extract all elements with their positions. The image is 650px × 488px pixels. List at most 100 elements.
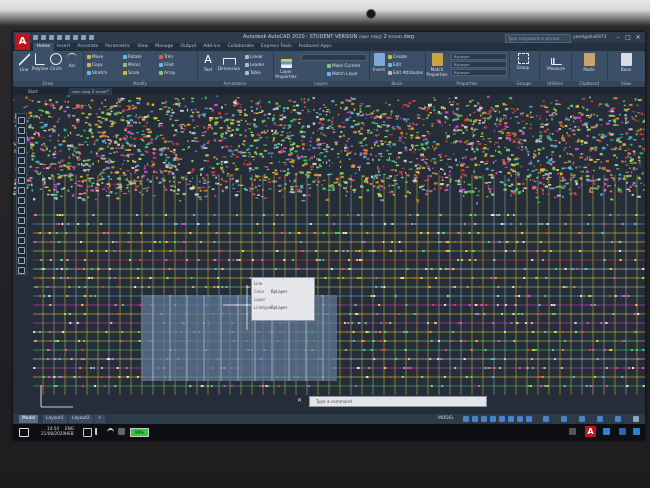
annotation-scale-icon[interactable]	[543, 416, 549, 422]
linetype-dropdown[interactable]: ByLayer	[451, 69, 507, 76]
minimize-button[interactable]: –	[613, 32, 623, 43]
mirror-button[interactable]: Mirror	[123, 62, 140, 67]
close-button[interactable]: ✕	[633, 32, 643, 43]
copy-tool-icon[interactable]	[18, 207, 25, 214]
save-icon[interactable]	[49, 35, 54, 40]
tab-collaborate[interactable]: Collaborate	[224, 43, 257, 51]
arc-button[interactable]: Arc	[63, 53, 81, 68]
layout-tab-layout2[interactable]: Layout2	[69, 415, 93, 423]
measure-tool-icon[interactable]	[18, 267, 25, 274]
paste-button[interactable]: Paste	[580, 53, 598, 72]
layout-tab-model[interactable]: Model	[19, 415, 39, 423]
stretch-button[interactable]: Stretch	[87, 70, 107, 75]
ortho-icon[interactable]	[481, 416, 487, 422]
file-tab-start[interactable]: Start	[25, 88, 41, 95]
open-icon[interactable]	[41, 35, 46, 40]
scale-button[interactable]: Scale	[123, 70, 139, 75]
color-dropdown[interactable]: ByLayer	[451, 53, 507, 60]
layer-dropdown[interactable]	[301, 54, 367, 61]
layer-tool-icon[interactable]	[18, 247, 25, 254]
orbit-icon[interactable]	[18, 137, 25, 144]
autocad-taskbar-icon[interactable]: A	[585, 426, 596, 437]
tab-view[interactable]: View	[134, 43, 152, 51]
command-line-input[interactable]: Type a command	[309, 396, 487, 407]
pan-icon[interactable]	[18, 117, 25, 124]
layer-properties-button[interactable]: Layer Properties	[275, 59, 297, 79]
fillet-button[interactable]: Fillet	[159, 62, 174, 67]
create-block-button[interactable]: Create	[388, 54, 407, 59]
measure-button[interactable]: Measure	[545, 53, 567, 71]
drawing-canvas[interactable]: Line Color ByLayer Layer LinetypeByLayer	[13, 95, 645, 414]
copy-button[interactable]: Copy	[87, 62, 103, 67]
rectangle-tool-icon[interactable]	[18, 167, 25, 174]
osnap-icon[interactable]	[499, 416, 505, 422]
workspace-icon[interactable]	[561, 416, 567, 422]
otrack-icon[interactable]	[508, 416, 514, 422]
match-layer-button[interactable]: Match Layer	[327, 71, 358, 76]
save-as-icon[interactable]	[57, 35, 62, 40]
make-current-button[interactable]: Make Current	[327, 63, 360, 68]
text-button[interactable]: A Text	[199, 53, 217, 72]
tab-featured-apps[interactable]: Featured Apps	[295, 43, 335, 51]
taskbar-edge-icon[interactable]	[633, 428, 640, 435]
share-icon[interactable]	[89, 35, 94, 40]
taskbar-word-icon[interactable]	[619, 428, 626, 435]
edit-attributes-button[interactable]: Edit Attributes	[388, 70, 423, 75]
grid-icon[interactable]	[463, 416, 469, 422]
match-properties-button[interactable]: Match Properties	[426, 53, 448, 77]
notifications-icon[interactable]	[19, 428, 29, 437]
move-button[interactable]: Move	[87, 54, 103, 59]
tab-output[interactable]: Output	[177, 43, 200, 51]
tab-manage[interactable]: Manage	[152, 43, 177, 51]
tab-insert[interactable]: Insert	[54, 43, 74, 51]
clean-screen-icon[interactable]	[615, 416, 621, 422]
move-tool-icon[interactable]	[18, 197, 25, 204]
lineweight-dropdown[interactable]: ByLayer	[451, 61, 507, 68]
transparency-icon[interactable]	[526, 416, 532, 422]
text-tool-icon[interactable]	[18, 227, 25, 234]
table-button[interactable]: Table	[245, 70, 261, 75]
undo-icon[interactable]	[73, 35, 78, 40]
app-menu-button[interactable]: A	[15, 33, 30, 50]
search-input[interactable]: Type a keyword or phrase	[505, 34, 571, 43]
wifi-icon[interactable]	[107, 428, 114, 437]
hatch-tool-icon[interactable]	[18, 187, 25, 194]
hidden-icons-icon[interactable]	[118, 428, 125, 435]
volume-icon[interactable]	[95, 428, 104, 435]
taskbar-explorer-icon[interactable]	[603, 428, 610, 435]
array-button[interactable]: Array	[159, 70, 175, 75]
group-button[interactable]: Group	[514, 53, 532, 70]
print-icon[interactable]	[65, 35, 70, 40]
snap-icon[interactable]	[472, 416, 478, 422]
tab-home[interactable]: Home	[33, 43, 54, 51]
battery-indicator[interactable]: 99%	[130, 428, 149, 437]
edit-block-button[interactable]: Edit	[388, 62, 401, 67]
dimension-button[interactable]: Dimension	[217, 53, 241, 71]
circle-tool-icon[interactable]	[18, 177, 25, 184]
tab-add-ins[interactable]: Add-ins	[200, 43, 224, 51]
polar-icon[interactable]	[490, 416, 496, 422]
user-account[interactable]: yaeltgalla6973	[573, 32, 607, 43]
model-space-toggle[interactable]: MODEL	[438, 414, 454, 424]
zoom-icon[interactable]	[18, 127, 25, 134]
clock[interactable]: 14:54 21/08/2020	[41, 426, 65, 436]
taskbar-app-icon[interactable]	[569, 428, 576, 435]
maximize-button[interactable]: □	[623, 32, 633, 43]
polyline-tool-icon[interactable]	[18, 157, 25, 164]
base-button[interactable]: Base	[617, 53, 635, 72]
layout-tab-layout1[interactable]: Layout1	[43, 415, 67, 423]
trim-button[interactable]: Trim	[159, 54, 173, 59]
tab-express-tools[interactable]: Express Tools	[257, 43, 295, 51]
tab-parametric[interactable]: Parametric	[102, 43, 134, 51]
file-tab-drawing[interactable]: תוכנית 2 קומה ישנה*	[69, 88, 112, 95]
redo-icon[interactable]	[81, 35, 86, 40]
hardware-acceleration-icon[interactable]	[597, 416, 603, 422]
erase-tool-icon[interactable]	[18, 217, 25, 224]
tab-annotate[interactable]: Annotate	[74, 43, 102, 51]
rotate-button[interactable]: Rotate	[123, 54, 142, 59]
dimension-tool-icon[interactable]	[18, 237, 25, 244]
leader-button[interactable]: Leader	[245, 62, 264, 67]
customization-icon[interactable]	[633, 416, 639, 422]
properties-tool-icon[interactable]	[18, 257, 25, 264]
add-layout-button[interactable]: +	[95, 415, 105, 423]
